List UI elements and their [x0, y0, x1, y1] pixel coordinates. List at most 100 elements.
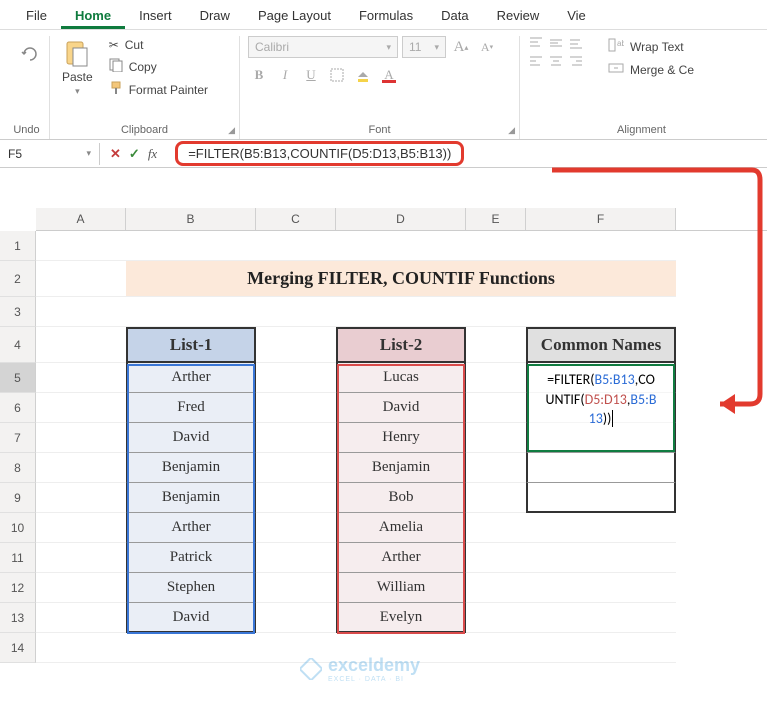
cell[interactable] — [36, 231, 126, 261]
cell[interactable] — [466, 231, 526, 261]
fx-icon[interactable]: fx — [148, 146, 157, 162]
list2-header[interactable]: List-2 — [336, 327, 466, 363]
cell[interactable] — [466, 633, 526, 663]
list1-cell[interactable]: Fred — [126, 393, 256, 423]
format-painter-button[interactable]: Format Painter — [105, 79, 212, 100]
title-banner[interactable]: Merging FILTER, COUNTIF Functions — [126, 261, 676, 297]
row-header[interactable]: 8 — [0, 453, 36, 483]
cell[interactable] — [466, 393, 526, 423]
list2-cell[interactable]: David — [336, 393, 466, 423]
cell[interactable] — [126, 231, 256, 261]
border-button[interactable] — [326, 64, 348, 86]
align-bottom-button[interactable] — [568, 36, 586, 52]
tab-page-layout[interactable]: Page Layout — [244, 4, 345, 29]
common-header[interactable]: Common Names — [526, 327, 676, 363]
common-cell[interactable] — [526, 453, 676, 483]
cut-button[interactable]: ✂ Cut — [105, 36, 212, 54]
col-header[interactable]: D — [336, 208, 466, 230]
cell[interactable] — [36, 603, 126, 633]
cell[interactable] — [466, 327, 526, 363]
cell[interactable] — [36, 483, 126, 513]
cell[interactable] — [256, 543, 336, 573]
cell[interactable] — [526, 603, 676, 633]
cell[interactable] — [36, 513, 126, 543]
col-header[interactable]: B — [126, 208, 256, 230]
row-header[interactable]: 4 — [0, 327, 36, 363]
cell[interactable] — [36, 261, 126, 297]
list1-cell[interactable]: Stephen — [126, 573, 256, 603]
common-cell[interactable] — [526, 423, 676, 453]
align-left-button[interactable] — [528, 54, 546, 70]
underline-button[interactable]: U — [300, 64, 322, 86]
font-color-button[interactable]: A — [378, 64, 400, 86]
cell[interactable] — [36, 573, 126, 603]
cell[interactable] — [466, 423, 526, 453]
list2-cell[interactable]: Benjamin — [336, 453, 466, 483]
row-header[interactable]: 3 — [0, 297, 36, 327]
common-cell[interactable] — [526, 483, 676, 513]
row-header[interactable]: 14 — [0, 633, 36, 663]
dialog-launcher-icon[interactable]: ◢ — [508, 125, 515, 136]
list1-cell[interactable]: David — [126, 423, 256, 453]
bold-button[interactable]: B — [248, 64, 270, 86]
row-header[interactable]: 1 — [0, 231, 36, 261]
cell[interactable] — [36, 327, 126, 363]
list1-cell[interactable]: Benjamin — [126, 483, 256, 513]
tab-file[interactable]: File — [12, 4, 61, 29]
merge-center-button[interactable]: Merge & Ce — [604, 59, 698, 80]
shrink-font-button[interactable]: A▾ — [476, 36, 498, 58]
paste-button[interactable]: Paste ▾ — [58, 36, 97, 101]
cell[interactable] — [256, 231, 336, 261]
list1-cell[interactable]: Benjamin — [126, 453, 256, 483]
cell[interactable] — [256, 513, 336, 543]
font-name-select[interactable]: Calibri▾ — [248, 36, 398, 58]
wrap-text-button[interactable]: ab Wrap Text — [604, 36, 698, 57]
col-header[interactable]: F — [526, 208, 676, 230]
list2-cell[interactable]: Henry — [336, 423, 466, 453]
cell[interactable] — [36, 393, 126, 423]
cell[interactable] — [466, 603, 526, 633]
row-header[interactable]: 12 — [0, 573, 36, 603]
align-center-button[interactable] — [548, 54, 566, 70]
list2-cell[interactable]: Bob — [336, 483, 466, 513]
tab-formulas[interactable]: Formulas — [345, 4, 427, 29]
cell[interactable] — [526, 573, 676, 603]
list1-cell[interactable]: David — [126, 603, 256, 633]
cell[interactable] — [256, 453, 336, 483]
enter-icon[interactable]: ✓ — [129, 146, 140, 162]
cell[interactable] — [526, 543, 676, 573]
tab-draw[interactable]: Draw — [186, 4, 244, 29]
cell[interactable] — [466, 483, 526, 513]
copy-button[interactable]: Copy — [105, 56, 212, 77]
cell[interactable] — [256, 573, 336, 603]
cell[interactable] — [466, 453, 526, 483]
tab-insert[interactable]: Insert — [125, 4, 186, 29]
cell[interactable] — [256, 363, 336, 393]
cell[interactable] — [256, 327, 336, 363]
cancel-icon[interactable]: ✕ — [110, 146, 121, 162]
cell[interactable] — [256, 423, 336, 453]
tab-review[interactable]: Review — [483, 4, 554, 29]
cell[interactable] — [526, 633, 676, 663]
align-top-button[interactable] — [528, 36, 546, 52]
align-right-button[interactable] — [568, 54, 586, 70]
cell[interactable] — [256, 297, 336, 327]
list2-cell[interactable]: William — [336, 573, 466, 603]
list2-cell[interactable]: Amelia — [336, 513, 466, 543]
cell[interactable] — [36, 543, 126, 573]
cell[interactable] — [256, 483, 336, 513]
cell[interactable] — [526, 231, 676, 261]
list2-cell[interactable]: Arther — [336, 543, 466, 573]
cell[interactable] — [336, 231, 466, 261]
cell[interactable] — [36, 453, 126, 483]
tab-home[interactable]: Home — [61, 4, 125, 29]
row-header[interactable]: 2 — [0, 261, 36, 297]
row-header[interactable]: 11 — [0, 543, 36, 573]
list1-cell[interactable]: Arther — [126, 513, 256, 543]
cell[interactable] — [126, 633, 256, 663]
cell[interactable] — [466, 297, 526, 327]
row-header[interactable]: 9 — [0, 483, 36, 513]
cell[interactable] — [36, 423, 126, 453]
name-box[interactable]: F5▾ — [0, 143, 100, 165]
cell[interactable] — [256, 393, 336, 423]
